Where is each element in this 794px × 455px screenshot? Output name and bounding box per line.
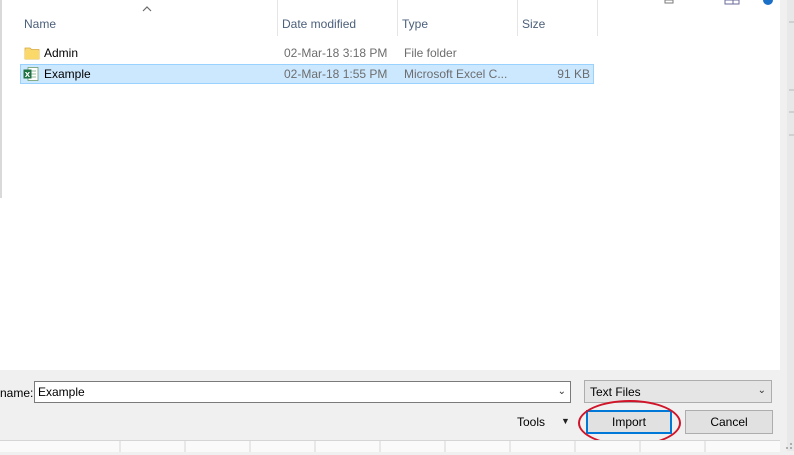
help-icon[interactable]: [762, 0, 774, 6]
sort-ascending-icon: [142, 6, 152, 12]
tools-menu-button[interactable]: Tools: [517, 415, 545, 429]
column-header-size-label: Size: [522, 17, 546, 31]
cancel-button[interactable]: Cancel: [685, 410, 773, 434]
file-name-label: name:: [0, 386, 34, 400]
column-header-type[interactable]: Type: [398, 0, 518, 36]
import-button[interactable]: Import: [586, 410, 672, 434]
caret-down-icon[interactable]: ▼: [561, 416, 570, 426]
file-date: 02-Mar-18 3:18 PM: [284, 46, 388, 60]
column-header-name-label: Name: [24, 17, 57, 31]
file-list-pane: Name Date modified Type Size Admin 02-Ma…: [0, 0, 780, 370]
import-button-label: Import: [611, 415, 646, 429]
column-header-row: Name Date modified Type Size: [0, 0, 598, 36]
preview-pane-icon[interactable]: [724, 0, 740, 6]
cancel-button-label: Cancel: [710, 415, 748, 429]
svg-text:X: X: [25, 71, 31, 79]
resize-grip-icon[interactable]: [780, 437, 794, 451]
background-grid-lines: [789, 21, 794, 136]
file-type: Microsoft Excel C...: [404, 67, 508, 81]
view-options-icon[interactable]: [664, 0, 674, 6]
column-header-type-label: Type: [402, 17, 429, 31]
file-type: File folder: [404, 46, 457, 60]
file-name: Admin: [44, 46, 79, 60]
background-window-edge: [787, 0, 794, 451]
file-date: 02-Mar-18 1:55 PM: [284, 67, 388, 81]
column-header-date[interactable]: Date modified: [278, 0, 398, 36]
file-name-input[interactable]: Example ⌄: [34, 381, 571, 403]
file-row-example[interactable]: X Example 02-Mar-18 1:55 PM Microsoft Ex…: [20, 64, 594, 84]
chevron-down-icon: ⌄: [757, 385, 766, 396]
chevron-down-icon[interactable]: ⌄: [558, 384, 566, 399]
file-size: 91 KB: [557, 67, 590, 81]
column-header-size[interactable]: Size: [518, 0, 598, 36]
file-name-value: Example: [38, 385, 85, 399]
file-name: Example: [44, 67, 91, 81]
background-grid-lines: [119, 441, 706, 452]
file-size: [518, 43, 590, 63]
file-type-selected: Text Files: [590, 385, 641, 399]
column-header-date-label: Date modified: [282, 17, 357, 31]
folder-icon: [24, 47, 40, 60]
excel-file-icon: X: [23, 67, 39, 81]
file-type-select[interactable]: Text Files ⌄: [584, 380, 772, 403]
file-row-admin[interactable]: Admin 02-Mar-18 3:18 PM File folder: [20, 43, 594, 63]
background-sheet-grid: [0, 440, 780, 452]
